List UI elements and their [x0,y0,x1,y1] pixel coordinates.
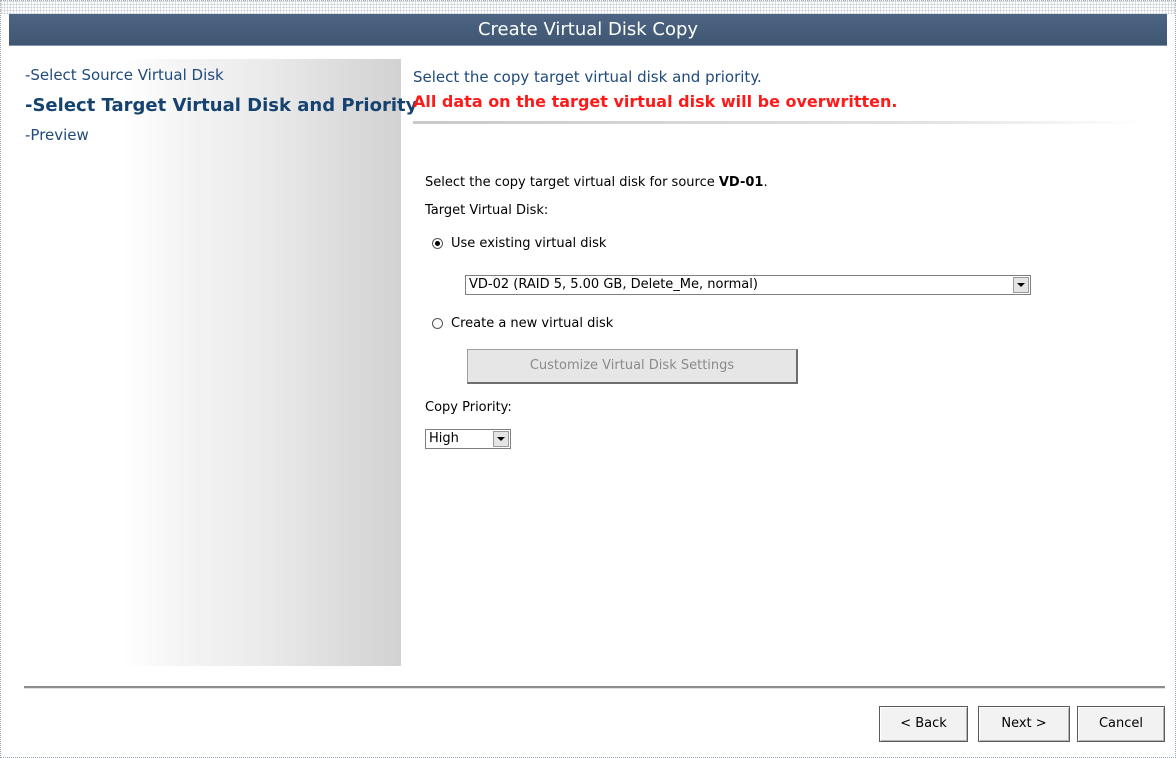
use-existing-radio[interactable] [432,238,443,249]
copy-priority-select[interactable]: High [425,429,511,449]
header-divider [413,121,1143,124]
create-new-label[interactable]: Create a new virtual disk [451,316,613,331]
existing-disk-select[interactable]: VD-02 (RAID 5, 5.00 GB, Delete_Me, norma… [465,275,1031,295]
step-select-target-current: -Select Target Virtual Disk and Priority [25,95,418,116]
use-existing-label[interactable]: Use existing virtual disk [451,236,606,251]
customize-virtual-disk-button[interactable]: Customize Virtual Disk Settings [467,349,798,384]
overwrite-warning: All data on the target virtual disk will… [413,92,898,111]
target-disk-label: Target Virtual Disk: [425,203,549,218]
chevron-down-icon[interactable] [493,431,509,447]
top-border-pattern [0,0,1176,14]
copy-priority-value: High [429,431,459,446]
chevron-down-icon[interactable] [1013,277,1029,293]
source-prefix: Select the copy target virtual disk for … [425,175,719,190]
existing-disk-value: VD-02 (RAID 5, 5.00 GB, Delete_Me, norma… [469,277,758,292]
step-instruction: Select the copy target virtual disk and … [413,68,762,86]
source-disk-name: VD-01 [718,175,764,190]
back-button[interactable]: < Back [879,706,968,742]
wizard-title: Create Virtual Disk Copy [477,19,699,40]
source-description: Select the copy target virtual disk for … [425,175,768,190]
footer-divider [24,686,1165,689]
wizard-steps-sidebar: -Select Source Virtual Disk -Select Targ… [13,59,417,666]
wizard-title-bar: Create Virtual Disk Copy [9,14,1167,46]
next-button[interactable]: Next > [978,706,1070,742]
step-select-source: -Select Source Virtual Disk [25,66,224,84]
step-preview: -Preview [25,126,89,144]
create-new-radio[interactable] [432,318,443,329]
cancel-button[interactable]: Cancel [1077,706,1165,742]
source-suffix: . [763,175,768,190]
copy-priority-label: Copy Priority: [425,400,512,415]
